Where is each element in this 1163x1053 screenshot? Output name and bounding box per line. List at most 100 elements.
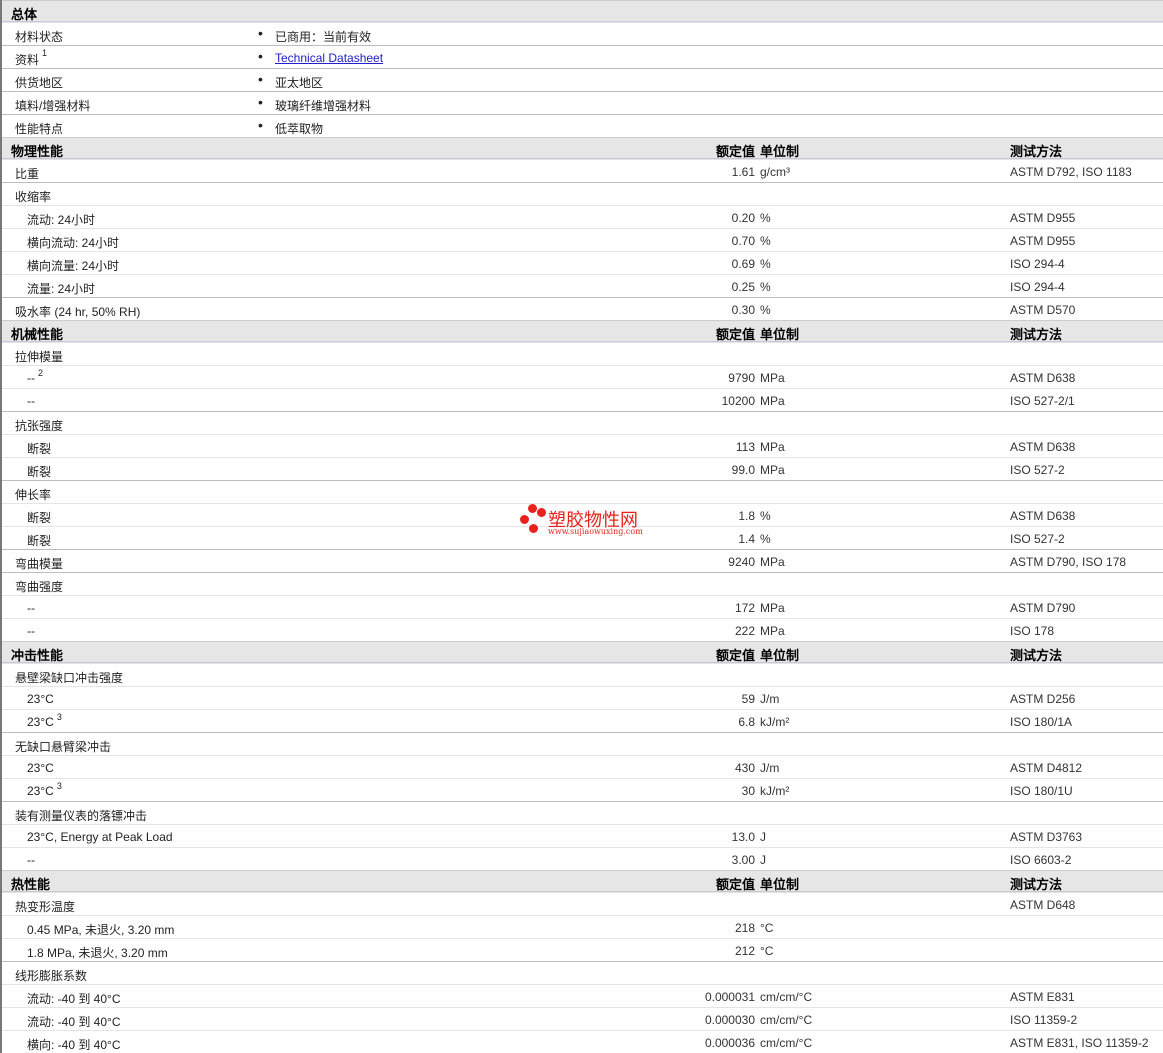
property-label: 拉伸模量 [15, 348, 63, 365]
column-header-value: 额定值 [715, 877, 755, 892]
table-row: 弯曲模量 9240 MPa ASTM D790, ISO 178 [2, 549, 1163, 572]
nominal-value: 0.69 [731, 257, 755, 271]
nominal-value: 218 [734, 921, 755, 935]
column-header-unit: 单位制 [760, 144, 800, 159]
property-name: -- [27, 853, 35, 867]
test-method: ISO 6603-2 [1010, 853, 1072, 867]
property-name: 23°C, Energy at Peak Load [27, 830, 173, 844]
nominal-value: 1.8 [738, 509, 755, 523]
nominal-value: 0.25 [731, 280, 755, 294]
table-row: 23°C 430 J/m ASTM D4812 [2, 755, 1163, 778]
unit: cm/cm/°C [760, 1036, 813, 1050]
property-name: 资料 [15, 53, 40, 67]
property-name: 弯曲强度 [15, 580, 64, 594]
table-row: 收缩率 [2, 182, 1163, 205]
footnote-ref[interactable]: 3 [57, 781, 62, 791]
property-name: 性能特点 [15, 122, 64, 136]
property-label: 性能特点 [15, 120, 63, 137]
unit: kJ/m² [760, 715, 790, 729]
table-row: 拉伸模量 [2, 342, 1163, 365]
table-row: 流动: 24小时 0.20% ASTM D955 [2, 205, 1163, 228]
table-row: 1.8 MPa, 未退火, 3.20 mm 212 °C [2, 938, 1163, 961]
bullet-icon: • [258, 71, 263, 87]
table-row: 23°C, Energy at Peak Load 13.0 J ASTM D3763 [2, 824, 1163, 847]
unit: J/m [760, 761, 780, 775]
table-row: 断裂 99.0 MPa ISO 527-2 [2, 457, 1163, 480]
unit: J [760, 830, 766, 844]
nominal-value: 3.00 [731, 853, 755, 867]
unit: % [760, 509, 771, 523]
section-title: 物理性能 [11, 144, 64, 159]
property-label: 断裂 [27, 440, 51, 457]
section-title: 总体 [11, 7, 38, 22]
table-row: 吸水率 (24 hr, 50% RH) 0.30% ASTM D570 [2, 297, 1163, 320]
table-row: -- 2 9790 MPa ASTM D638 [2, 365, 1163, 388]
property-name: 比重 [15, 167, 40, 181]
property-name: 拉伸模量 [15, 350, 64, 364]
footnote-ref[interactable]: 2 [38, 368, 43, 378]
nominal-value: 10200 [721, 394, 755, 408]
unit: MPa [760, 555, 785, 569]
property-name: 线形膨胀系数 [15, 969, 88, 983]
nominal-value: 9240 [728, 555, 755, 569]
bullet-icon: • [258, 48, 263, 64]
datasheet-link[interactable]: Technical Datasheet [275, 51, 383, 65]
property-label: 弯曲模量 [15, 555, 63, 572]
unit: % [760, 211, 771, 225]
column-header-method: 测试方法 [1010, 877, 1063, 892]
unit: % [760, 257, 771, 271]
property-name: 吸水率 (24 hr, 50% RH) [15, 305, 141, 319]
column-header-value: 额定值 [715, 144, 755, 159]
property-name: 弯曲模量 [15, 557, 64, 571]
property-label: -- [27, 853, 35, 867]
table-row: 流动: -40 到 40°C 0.000031 cm/cm/°C ASTM E831 [2, 984, 1163, 1007]
footnote-ref[interactable]: 3 [57, 712, 62, 722]
footnote-ref[interactable]: 1 [42, 48, 47, 58]
nominal-value: 99.0 [731, 463, 755, 477]
unit: kJ/m² [760, 784, 790, 798]
table-row: 材料状态 • 已商用：当前有效 [2, 22, 1163, 45]
property-label: 23°C, Energy at Peak Load [27, 830, 173, 844]
property-name: -- [27, 371, 35, 385]
property-name: 23°C [27, 761, 54, 775]
section-header: 物理性能 额定值 单位制 测试方法 [2, 137, 1163, 159]
property-label: 0.45 MPa, 未退火, 3.20 mm [27, 921, 174, 938]
property-name: 材料状态 [15, 30, 64, 44]
property-name: 23°C [27, 784, 54, 798]
test-method: ISO 180/1A [1010, 715, 1073, 729]
property-name: -- [27, 394, 35, 408]
property-label: 流动: -40 到 40°C [27, 1013, 121, 1030]
property-name: 1.8 MPa, 未退火, 3.20 mm [27, 946, 168, 960]
unit: % [760, 303, 771, 317]
nominal-value: 0.30 [731, 303, 755, 317]
nominal-value: 0.000030 [704, 1013, 755, 1027]
nominal-value: 30 [741, 784, 755, 798]
property-label: -- [27, 394, 35, 408]
test-method: ASTM D648 [1010, 898, 1076, 912]
column-header-unit: 单位制 [760, 877, 800, 892]
bullet-icon: • [258, 94, 263, 110]
nominal-value: 59 [741, 692, 755, 706]
table-row: 线形膨胀系数 [2, 961, 1163, 984]
nominal-value: 9790 [728, 371, 755, 385]
test-method: ISO 527-2 [1010, 463, 1065, 477]
property-name: 横向: -40 到 40°C [27, 1038, 121, 1052]
property-label: -- [27, 624, 35, 638]
property-label: 23°C [27, 761, 54, 775]
unit: % [760, 234, 771, 248]
table-row: 断裂 113 MPa ASTM D638 [2, 434, 1163, 457]
property-name: 流动: 24小时 [27, 213, 96, 227]
unit: °C [760, 921, 774, 935]
nominal-value: 172 [734, 601, 755, 615]
nominal-value: 6.8 [738, 715, 755, 729]
unit: J [760, 853, 766, 867]
nominal-value: 0.70 [731, 234, 755, 248]
property-name: 伸长率 [15, 488, 52, 502]
test-method: ASTM D790 [1010, 601, 1076, 615]
property-text: 玻璃纤维增强材料 [275, 99, 372, 113]
test-method: ISO 527-2/1 [1010, 394, 1075, 408]
property-label: 抗张强度 [15, 417, 63, 434]
property-name: 断裂 [27, 465, 52, 479]
property-label: 1.8 MPa, 未退火, 3.20 mm [27, 944, 168, 961]
bullet-icon: • [258, 25, 263, 41]
